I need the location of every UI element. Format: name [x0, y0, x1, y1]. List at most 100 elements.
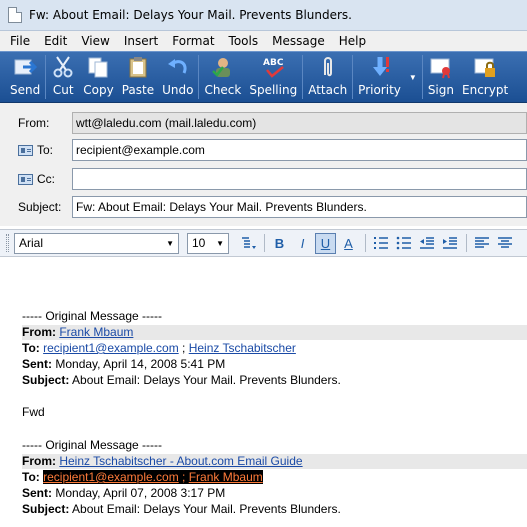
- to-button[interactable]: To:: [18, 143, 53, 157]
- font-size-select[interactable]: 10 ▼: [187, 232, 229, 254]
- quoted-from-label: From:: [22, 454, 56, 468]
- undo-label: Undo: [162, 83, 194, 97]
- menu-help[interactable]: Help: [339, 34, 366, 48]
- font-family-select[interactable]: Arial ▼: [14, 232, 179, 254]
- numbered-list-icon: [373, 237, 388, 249]
- recipient-link[interactable]: Heinz Tschabitscher: [189, 341, 296, 355]
- priority-dropdown-arrow-icon[interactable]: ▼: [405, 52, 421, 102]
- recipient-separator: ;: [178, 470, 189, 484]
- font-color-button[interactable]: A: [338, 233, 359, 254]
- decrease-indent-button[interactable]: [416, 233, 437, 254]
- menu-file[interactable]: File: [10, 34, 30, 48]
- increase-indent-icon: [442, 237, 457, 249]
- toolbar-grip[interactable]: [6, 234, 9, 252]
- bulleted-list-button[interactable]: [393, 233, 414, 254]
- cut-button[interactable]: Cut: [47, 52, 79, 102]
- subject-field[interactable]: Fw: About Email: Delays Your Mail. Preve…: [72, 196, 527, 218]
- menu-format[interactable]: Format: [172, 34, 214, 48]
- align-center-button[interactable]: [494, 233, 515, 254]
- cc-button[interactable]: Cc:: [18, 172, 55, 186]
- encrypt-lock-icon: [473, 55, 497, 79]
- attach-button[interactable]: Attach: [304, 52, 351, 102]
- cc-field[interactable]: [72, 168, 527, 190]
- bold-button[interactable]: B: [269, 233, 290, 254]
- font-size-value: 10: [192, 236, 206, 250]
- quoted-sent-value: Monday, April 07, 2008 3:17 PM: [55, 486, 226, 500]
- align-left-button[interactable]: [471, 233, 492, 254]
- quoted-sent-value: Monday, April 14, 2008 5:41 PM: [55, 357, 226, 371]
- check-names-button[interactable]: Check: [200, 52, 245, 102]
- message-header: From: wtt@laledu.com (mail.laledu.com) T…: [0, 103, 527, 226]
- paste-button[interactable]: Paste: [118, 52, 158, 102]
- sender-link[interactable]: Frank Mbaum: [59, 325, 133, 339]
- title-bar: Fw: About Email: Delays Your Mail. Preve…: [0, 0, 527, 31]
- toolbar-separator: [264, 234, 265, 252]
- sign-certificate-icon: [429, 55, 453, 79]
- send-button[interactable]: Send: [0, 52, 44, 102]
- decrease-indent-icon: [419, 237, 434, 249]
- formatting-toolbar: Arial ▼ 10 ▼ B I U A: [0, 229, 527, 257]
- send-label: Send: [10, 83, 41, 97]
- quoted-to-label: To:: [22, 470, 40, 484]
- cut-label: Cut: [52, 83, 74, 97]
- recipient-link-selected[interactable]: recipient1@example.com: [43, 470, 179, 484]
- quoted-from-label: From:: [22, 325, 56, 339]
- font-family-value: Arial: [19, 236, 44, 250]
- underline-button[interactable]: U: [315, 232, 336, 254]
- address-book-icon: [18, 144, 33, 156]
- chevron-down-icon: ▼: [166, 238, 174, 248]
- spelling-button[interactable]: ABC Spelling: [245, 52, 301, 102]
- menu-tools[interactable]: Tools: [229, 34, 259, 48]
- increase-indent-button[interactable]: [439, 233, 460, 254]
- spelling-label: Spelling: [249, 83, 298, 97]
- message-body-editor[interactable]: ----- Original Message ----- From: Frank…: [0, 257, 527, 527]
- encrypt-button[interactable]: Encrypt: [458, 52, 512, 102]
- menu-insert[interactable]: Insert: [124, 34, 158, 48]
- paste-label: Paste: [121, 83, 155, 97]
- menu-edit[interactable]: Edit: [44, 34, 67, 48]
- copy-label: Copy: [83, 83, 114, 97]
- italic-button[interactable]: I: [292, 233, 313, 254]
- toolbar-separator: [302, 55, 304, 99]
- bulleted-list-icon: [396, 236, 411, 250]
- check-label: Check: [204, 83, 242, 97]
- paragraph-style-button[interactable]: [237, 233, 258, 254]
- priority-button[interactable]: Priority: [354, 52, 405, 102]
- menu-view[interactable]: View: [81, 34, 109, 48]
- menu-message[interactable]: Message: [272, 34, 325, 48]
- copy-button[interactable]: Copy: [79, 52, 117, 102]
- encrypt-label: Encrypt: [462, 83, 509, 97]
- undo-arrow-icon: [166, 55, 190, 79]
- quoted-subject-line: Subject: About Email: Delays Your Mail. …: [22, 373, 527, 388]
- recipient-link[interactable]: recipient1@example.com: [43, 341, 179, 355]
- to-field[interactable]: recipient@example.com: [72, 139, 527, 161]
- quoted-to-line: To: recipient1@example.com ; Frank Mbaum: [22, 470, 527, 485]
- quoted-to-label: To:: [22, 341, 40, 355]
- quoted-to-line: To: recipient1@example.com ; Heinz Tscha…: [22, 341, 527, 356]
- quoted-subject-label: Subject:: [22, 502, 70, 516]
- menu-bar: File Edit View Insert Format Tools Messa…: [0, 31, 527, 51]
- quoted-sent-label: Sent:: [22, 357, 52, 371]
- toolbar-separator: [352, 55, 354, 99]
- recipient-link-selected[interactable]: Frank Mbaum: [188, 470, 263, 484]
- toolbar: Send Cut Copy Paste Undo Check ABC Spell…: [0, 51, 527, 103]
- spelling-abc-text: ABC: [263, 58, 284, 68]
- recipient-separator: ;: [182, 341, 186, 355]
- send-icon: [13, 55, 38, 79]
- spelling-abc-icon: ABC: [261, 55, 285, 79]
- sign-button[interactable]: Sign: [424, 52, 458, 102]
- undo-button[interactable]: Undo: [158, 52, 197, 102]
- align-left-icon: [474, 237, 489, 248]
- copy-icon: [86, 55, 110, 79]
- quoted-from-line: From: Heinz Tschabitscher - About.com Em…: [22, 454, 527, 469]
- numbered-list-button[interactable]: [370, 233, 391, 254]
- subject-label: Subject:: [18, 200, 62, 214]
- subject-row: Subject: Fw: About Email: Delays Your Ma…: [0, 196, 527, 218]
- message-document-icon: [8, 7, 22, 23]
- from-account-select[interactable]: wtt@laledu.com (mail.laledu.com): [72, 112, 527, 134]
- cc-row: Cc:: [0, 168, 527, 190]
- priority-label: Priority: [358, 83, 401, 97]
- sender-link[interactable]: Heinz Tschabitscher - About.com Email Gu…: [59, 454, 302, 468]
- priority-arrow-icon: [368, 55, 392, 79]
- from-label: From:: [18, 116, 50, 130]
